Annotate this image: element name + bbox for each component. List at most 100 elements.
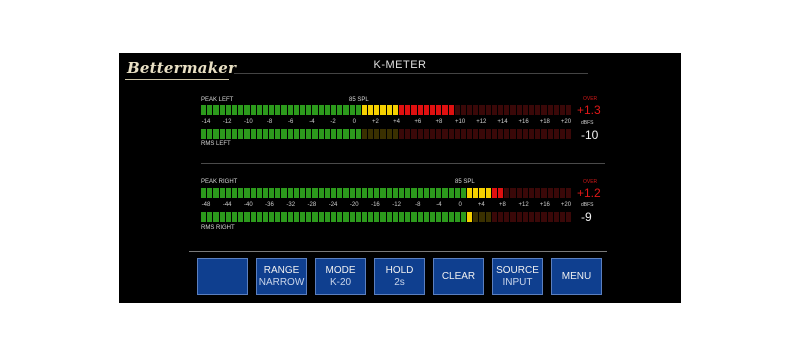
blank-button[interactable] — [197, 258, 248, 295]
meter-segment — [485, 129, 491, 139]
meter-segment — [553, 129, 559, 139]
meter-segment — [423, 105, 429, 115]
meter-segment — [287, 188, 293, 198]
meter-segment — [516, 188, 522, 198]
meter-segment — [504, 129, 510, 139]
rms-right-meter — [201, 212, 572, 222]
meter-segment — [491, 212, 497, 222]
meter-segment — [256, 105, 262, 115]
right-unit-label: dBFS — [581, 202, 594, 208]
menu-button[interactable]: MENU — [551, 258, 602, 295]
meter-segment — [330, 188, 337, 198]
meter-segment — [318, 129, 324, 139]
meter-segment — [293, 129, 299, 139]
clear-button[interactable]: CLEAR — [433, 258, 484, 295]
meter-segment — [269, 188, 275, 198]
meter-segment — [479, 212, 485, 222]
scale-tick-label: 0 — [458, 202, 462, 208]
scale-tick-label: -4 — [436, 202, 442, 208]
scale-tick-label: -20 — [349, 202, 359, 208]
scale-tick-label: +10 — [455, 119, 466, 125]
meter-segment — [201, 105, 207, 115]
meter-segment — [368, 212, 374, 222]
meter-segment — [566, 129, 572, 139]
range-button[interactable]: RANGE NARROW — [256, 258, 307, 295]
meter-segment — [485, 105, 491, 115]
meter-segment — [405, 105, 411, 115]
meter-segment — [355, 105, 361, 115]
rms-left-meter — [201, 129, 572, 139]
meter-segment — [448, 188, 454, 198]
meter-segment — [547, 188, 553, 198]
k-meter-panel: Bettermaker K-METER PEAK LEFT 85 SPL -14… — [119, 53, 681, 303]
meter-segment — [411, 105, 417, 115]
scale-tick-label: +14 — [497, 119, 508, 125]
meter-segment — [244, 188, 250, 198]
meter-segment — [547, 129, 553, 139]
meter-segment — [262, 212, 269, 222]
meter-segment — [256, 129, 262, 139]
meter-segment — [306, 129, 312, 139]
hold-button[interactable]: HOLD 2s — [374, 258, 425, 295]
meter-segment — [330, 105, 337, 115]
meter-segment — [448, 105, 454, 115]
meter-segment — [275, 212, 281, 222]
meter-segment — [238, 188, 244, 198]
meter-segment — [374, 105, 380, 115]
meter-segment — [498, 188, 504, 198]
meter-segment — [269, 129, 275, 139]
source-button[interactable]: SOURCE INPUT — [492, 258, 543, 295]
meter-segment — [504, 105, 510, 115]
meter-segment — [541, 129, 547, 139]
meter-segment — [380, 129, 386, 139]
meter-segment — [566, 212, 572, 222]
meter-segment — [213, 105, 219, 115]
meter-segment — [559, 212, 566, 222]
meter-segment — [238, 105, 244, 115]
meter-segment — [300, 188, 306, 198]
hold-button-label: HOLD — [385, 264, 414, 276]
clear-button-label: CLEAR — [441, 270, 476, 282]
meter-segment — [231, 212, 238, 222]
meter-segment — [349, 188, 355, 198]
meter-segment — [528, 212, 535, 222]
meter-segment — [238, 212, 244, 222]
meter-segment — [374, 188, 380, 198]
meter-segment — [516, 129, 522, 139]
meter-segment — [522, 212, 528, 222]
meter-segment — [491, 129, 497, 139]
scale-tick-label: -8 — [266, 119, 273, 125]
meter-segment — [281, 129, 287, 139]
meter-segment — [262, 188, 269, 198]
meter-segment — [306, 188, 312, 198]
meter-segment — [244, 129, 250, 139]
meter-segment — [491, 188, 497, 198]
source-button-label: SOURCE — [496, 264, 539, 276]
scale-tick-label: +20 — [560, 119, 572, 125]
peak-left-meter — [201, 105, 572, 115]
left-ref-label: 85 SPL — [349, 97, 369, 103]
mode-button[interactable]: MODE K-20 — [315, 258, 366, 295]
meter-segment — [510, 188, 516, 198]
scale-tick-label: +20 — [560, 202, 572, 208]
meter-segment — [281, 212, 287, 222]
meter-segment — [318, 188, 324, 198]
left-over-label: OVER — [583, 96, 598, 102]
right-over-label: OVER — [583, 179, 598, 185]
scale-tick-label: -8 — [415, 202, 421, 208]
meter-segment — [504, 188, 510, 198]
meter-segment — [213, 212, 219, 222]
meter-segment — [535, 105, 541, 115]
meter-segment — [238, 129, 244, 139]
meter-segment — [349, 129, 355, 139]
right-peak-value: +1.2 — [577, 186, 601, 200]
meter-segment — [417, 105, 423, 115]
mode-button-value: K-20 — [329, 276, 352, 288]
meter-segment — [535, 212, 541, 222]
scale-tick-label: 0 — [352, 119, 356, 125]
meter-segment — [244, 105, 250, 115]
meter-segment — [467, 105, 473, 115]
meter-segment — [244, 212, 250, 222]
right-rms-value: -9 — [581, 210, 592, 224]
meter-segment — [541, 105, 547, 115]
